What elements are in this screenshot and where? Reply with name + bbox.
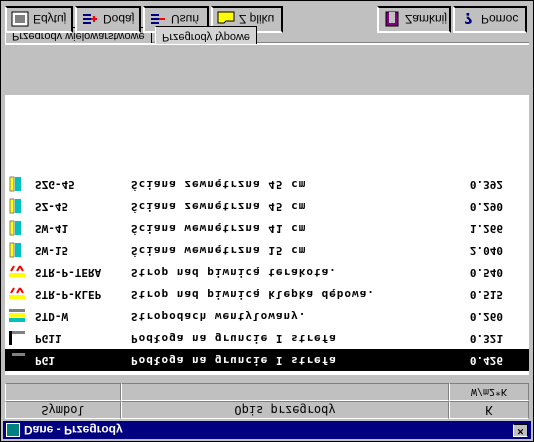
app-icon [6, 423, 20, 437]
edit-button[interactable]: Edytuj [5, 6, 73, 33]
row-k-value: 1.266 [469, 222, 503, 235]
roof-icon [9, 309, 25, 322]
table-row[interactable]: SZG-45 Ściana zewnętrzna 45 cm 0.392 [5, 173, 529, 195]
edit-icon [11, 12, 29, 27]
row-symbol: SW-15 [35, 244, 69, 257]
wall-icon [9, 176, 21, 192]
exit-door-icon [385, 12, 399, 27]
row-symbol: PG11 [35, 332, 62, 345]
toolbar: Edytuj Dodaj Usuń Z pliku Zamknij ? Pomo… [1, 0, 534, 37]
row-symbol: STD-W [35, 310, 69, 323]
add-icon [83, 14, 97, 25]
column-unit-k: W/m2*K [449, 383, 529, 401]
row-k-value: 2.040 [469, 244, 503, 257]
table-row[interactable]: STD-W Stropodach wentylowany. 0.260 [5, 305, 529, 327]
row-symbol: STR-P-KLEP [35, 288, 102, 301]
close-button[interactable]: Zamknij [377, 6, 451, 33]
unit-row-empty-1 [5, 383, 121, 401]
row-description: Ściana zewnętrzna 45 cm [131, 178, 307, 191]
row-symbol: PG1 [35, 354, 55, 367]
column-header-symbol[interactable]: Symbol [5, 401, 121, 419]
unit-row-empty-2 [121, 383, 449, 401]
table-row[interactable]: SW-15 Ściana wewnętrzna 15 cm 2.040 [5, 239, 529, 261]
column-header-k[interactable]: K [449, 401, 529, 419]
row-k-value: 0.290 [469, 200, 503, 213]
ceiling-icon [9, 265, 25, 277]
table-body: PG1 Podłoga na gruncie I strefa 0.426 PG11 P… [5, 95, 529, 375]
row-symbol: SW-41 [35, 222, 69, 235]
table-row[interactable]: PG1 Podłoga na gruncie I strefa 0.426 [5, 349, 529, 371]
row-symbol: SZ-45 [35, 200, 69, 213]
add-button[interactable]: Dodaj [75, 6, 141, 33]
column-header-description[interactable]: Opis przegrody [121, 401, 449, 419]
row-k-value: 0.540 [469, 266, 503, 279]
svg-text:?: ? [464, 12, 473, 28]
title-bar: Dane - Przegrody × [3, 421, 531, 439]
ceiling-icon [9, 287, 25, 299]
row-description: Podłoga na gruncie I strefa [131, 354, 337, 367]
row-k-value: 0.321 [469, 332, 503, 345]
row-k-value: 0.392 [469, 178, 503, 191]
row-description: Podłoga na gruncie I strefa [131, 332, 337, 345]
row-description: Strop nad piwnicą terakota. [131, 266, 337, 279]
help-button[interactable]: ? Pomoc [453, 6, 527, 33]
help-icon: ? [464, 12, 473, 28]
table-row[interactable]: SW-41 Ściana wewnętrzna 41 cm 1.266 [5, 217, 529, 239]
row-description: Strop nad piwnicą klepka dębowa. [131, 288, 375, 301]
table-row[interactable]: SZ-45 Ściana zewnętrzna 45 cm 0.290 [5, 195, 529, 217]
table-row[interactable]: STR-P-KLEP Strop nad piwnicą klepka dębow… [5, 283, 529, 305]
row-description: Ściana wewnętrzna 15 cm [131, 244, 307, 257]
from-file-label: Z pliku [239, 12, 275, 27]
row-symbol: STR-P-TERA [35, 266, 102, 279]
close-window-button[interactable]: × [513, 424, 528, 437]
row-description: Ściana zewnętrzna 45 cm [131, 200, 307, 213]
row-description: Stropodach wentylowany. [131, 310, 307, 323]
edit-label: Edytuj [33, 12, 67, 27]
help-label: Pomoc [481, 12, 519, 27]
delete-label: Usuń [171, 12, 200, 27]
partitions-grid: Symbol Opis przegrody K W/m2*K PG1 Podłog… [5, 31, 529, 419]
row-k-value: 0.260 [469, 310, 503, 323]
table-row[interactable]: STR-P-TERA Strop nad piwnicą terakota. 0.5… [5, 261, 529, 283]
tab-typical[interactable]: Przegrody typowe [155, 26, 258, 44]
wall-icon [9, 242, 21, 258]
row-description: Ściana wewnętrzna 41 cm [131, 222, 307, 235]
wall-icon [9, 220, 21, 236]
dialog-window: Dane - Przegrody × Symbol Opis przegrody… [0, 0, 534, 442]
floor-icon [9, 331, 25, 345]
floor-icon [9, 353, 25, 367]
wall-icon [9, 198, 21, 214]
row-k-value: 0.515 [469, 288, 503, 301]
close-label: Zamknij [405, 12, 448, 27]
table-row[interactable]: PG11 Podłoga na gruncie I strefa 0.321 [5, 327, 529, 349]
add-label: Dodaj [103, 12, 135, 27]
row-k-value: 0.426 [469, 354, 503, 367]
window-title: Dane - Przegrody [24, 423, 123, 437]
row-symbol: SZG-45 [35, 178, 75, 191]
